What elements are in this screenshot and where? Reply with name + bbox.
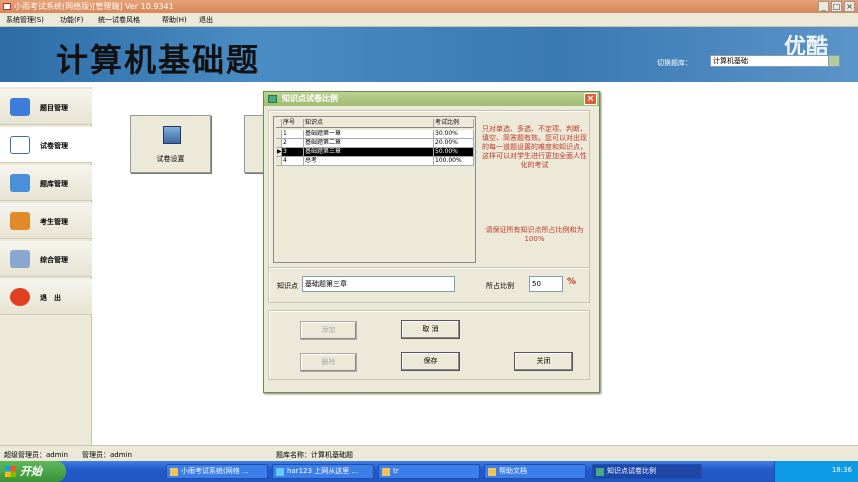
close-window-button[interactable]: × <box>844 1 855 12</box>
start-label: 开始 <box>20 465 42 478</box>
ratio-table[interactable]: 序号 知识点 考试比例 1 基础题第一章 30.00% 2 基础题第二章 20.… <box>273 116 476 263</box>
help-doc-icon <box>488 468 496 476</box>
ratio-unit: % <box>567 277 577 287</box>
sidebar-item-general[interactable]: 综合管理 <box>0 241 92 277</box>
menu-help[interactable]: 帮助(H) <box>162 15 187 25</box>
status-bank-name: 题库名称：计算机基础题 <box>276 451 353 459</box>
table-header-name[interactable]: 知识点 <box>304 119 434 128</box>
folder-icon <box>382 468 390 476</box>
ratio-input[interactable]: 50 <box>529 276 563 292</box>
sidebar-item-label: 综合管理 <box>40 256 68 264</box>
users-icon <box>10 212 30 230</box>
task-browser[interactable]: har123 上网从这里 ... <box>272 464 374 479</box>
taskbar: 开始 小雨考试系统(网络 ... har123 上网从这里 ... tr 帮助文… <box>0 461 858 482</box>
sidebar-item-banks[interactable]: 题库管理 <box>0 165 92 201</box>
dialog-title: 知识点试卷比例 <box>282 94 338 103</box>
sidebar-item-questions[interactable]: 题目管理 <box>0 89 92 125</box>
question-bank-value: 计算机基础 <box>713 57 748 65</box>
task-help-doc[interactable]: 帮助文档 <box>484 464 586 479</box>
table-header-num[interactable]: 序号 <box>282 119 304 128</box>
start-button[interactable]: 开始 <box>0 461 66 482</box>
book-icon <box>10 98 30 116</box>
save-button[interactable]: 保存 <box>401 352 460 371</box>
close-icon[interactable]: × <box>584 93 597 105</box>
app-icon <box>170 468 178 476</box>
sidebar-item-students[interactable]: 考生管理 <box>0 203 92 239</box>
close-button[interactable]: 关闭 <box>514 352 573 371</box>
status-bar: 超级管理员：admin 管理员：admin 题库名称：计算机基础题 <box>0 445 858 461</box>
exam-settings-icon <box>163 126 181 144</box>
knowledge-point-label: 知识点 <box>277 282 298 290</box>
info-note: 只对单选、多选、不定项、判断、填空、简答题有效。您可以对出现的每一道题设置的难度… <box>482 125 587 169</box>
question-bank-select[interactable]: 计算机基础 <box>710 55 840 67</box>
task-ratio-dialog[interactable]: 知识点试卷比例 <box>592 464 702 479</box>
menu-function[interactable]: 功能(F) <box>60 15 84 25</box>
menu-bar: 系统管理(S) 功能(F) 统一试卷风格 帮助(H) 退出 <box>0 13 858 27</box>
ratio-dialog: 知识点试卷比例 × 序号 知识点 考试比例 1 基础题第一章 30.00% 2 … <box>263 91 600 393</box>
sidebar: 题目管理 试卷管理 题库管理 考生管理 综合管理 退 出 <box>0 87 92 445</box>
status-admin: 管理员：admin <box>82 451 132 459</box>
database-icon <box>10 174 30 192</box>
clock[interactable]: 18:36 <box>832 466 852 474</box>
ratio-label: 所占比例 <box>486 282 514 290</box>
dialog-title-bar: 知识点试卷比例 × <box>264 92 599 106</box>
delete-button[interactable]: 删除 <box>300 353 357 372</box>
tile-exam-settings[interactable]: 试卷设置 <box>130 115 211 173</box>
app-icon <box>3 3 11 10</box>
sidebar-item-label: 题库管理 <box>40 180 68 188</box>
sidebar-item-label: 试卷管理 <box>40 142 68 150</box>
sidebar-item-label: 题目管理 <box>40 104 68 112</box>
windows-logo-icon <box>5 466 16 477</box>
browser-icon <box>276 468 284 476</box>
document-icon <box>10 136 30 154</box>
window-title: 小雨考试系统(网络版)[管理端] Ver 10.9341 <box>14 2 174 11</box>
sidebar-item-label: 退 出 <box>40 294 61 302</box>
tile-label: 试卷设置 <box>156 155 185 163</box>
knowledge-point-input[interactable]: 基础题第三章 <box>302 276 455 292</box>
cancel-button[interactable]: 取 消 <box>401 320 460 339</box>
chevron-down-icon[interactable] <box>828 56 839 66</box>
menu-exit[interactable]: 退出 <box>199 15 213 25</box>
maximize-button[interactable]: □ <box>831 1 842 12</box>
task-folder[interactable]: tr <box>378 464 480 479</box>
table-row[interactable]: 4 总考 100.00% <box>276 157 474 166</box>
header-banner: 计算机基础题 优酷 切换题库： 计算机基础 <box>0 27 858 82</box>
dialog-app-icon <box>268 95 277 103</box>
minimize-button[interactable]: _ <box>818 1 829 12</box>
sidebar-item-label: 考生管理 <box>40 218 68 226</box>
warning-note: 请保证所有知识点所占比例和为100% <box>485 226 584 243</box>
menu-system[interactable]: 系统管理(S) <box>6 15 44 25</box>
task-exam-system[interactable]: 小雨考试系统(网络 ... <box>166 464 268 479</box>
dialog-app-icon <box>596 468 604 476</box>
switch-bank-label: 切换题库： <box>657 59 692 67</box>
status-super-admin: 超级管理员：admin <box>4 451 68 459</box>
window-title-bar: 小雨考试系统(网络版)[管理端] Ver 10.9341 _ □ × <box>0 0 858 13</box>
system-tray: 18:36 <box>774 461 858 482</box>
table-row-selected[interactable]: ▶ 3 基础题第三章 50.00% <box>276 148 474 157</box>
table-row[interactable]: 2 基础题第二章 20.00% <box>276 139 474 148</box>
sidebar-item-exams[interactable]: 试卷管理 <box>0 127 92 163</box>
add-button[interactable]: 添加 <box>300 321 357 340</box>
tools-icon <box>10 250 30 268</box>
sidebar-item-exit[interactable]: 退 出 <box>0 279 92 315</box>
table-header-ratio[interactable]: 考试比例 <box>434 119 474 128</box>
page-title: 计算机基础题 <box>56 41 261 79</box>
menu-unify-style[interactable]: 统一试卷风格 <box>98 15 140 25</box>
table-row[interactable]: 1 基础题第一章 30.00% <box>276 130 474 139</box>
exit-icon <box>10 288 30 306</box>
